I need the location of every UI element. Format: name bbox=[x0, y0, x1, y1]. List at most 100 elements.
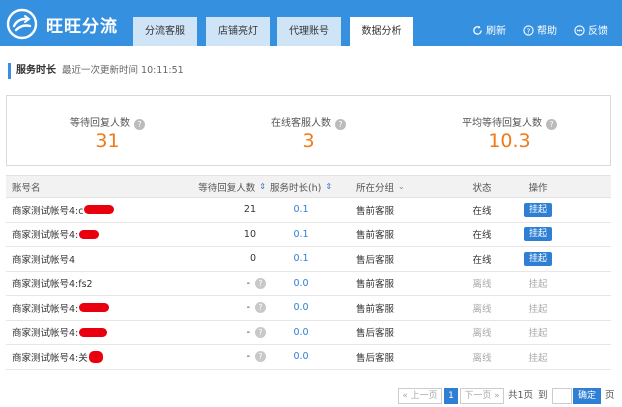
waiting-count: 0 bbox=[249, 253, 256, 265]
status-text: 离线 bbox=[472, 303, 492, 315]
waiting-count: - bbox=[246, 326, 250, 338]
header-action: 操作 bbox=[528, 182, 548, 194]
suspend-button-disabled: 挂起 bbox=[528, 352, 548, 364]
help-icon[interactable]: ? bbox=[255, 302, 266, 314]
tab-diversion-service[interactable]: 分流客服 bbox=[133, 17, 197, 46]
stat-label: 平均等待回复人数 bbox=[462, 118, 542, 129]
tab-agent-account[interactable]: 代理账号 bbox=[277, 17, 341, 46]
table-row: 商家测试帐号4:fs2 -? 0.0 售前客服 离线 挂起 bbox=[6, 272, 611, 296]
table-header: 账号名 等待回复人数 ⇕ 服务时长(h) ⇕ 所在分组 ⌄ 状态 操作 bbox=[6, 175, 611, 198]
last-update-time: 最近一次更新时间 10:11:51 bbox=[62, 65, 184, 76]
table-row: 商家测试帐号4: -? 0.0 售后客服 离线 挂起 bbox=[6, 321, 611, 345]
header-account-name: 账号名 bbox=[12, 182, 41, 194]
service-duration: 0.0 bbox=[293, 326, 309, 338]
header-duration[interactable]: 服务时长(h) ⇕ bbox=[270, 176, 332, 197]
refresh-icon bbox=[473, 25, 482, 35]
stat-waiting-count: 等待回复人数? 31 bbox=[7, 96, 208, 167]
goto-label: 到 bbox=[538, 390, 548, 401]
service-duration: 0.1 bbox=[293, 253, 309, 265]
group-name: 售后客服 bbox=[356, 254, 395, 266]
service-duration: 0.0 bbox=[293, 302, 309, 314]
brand-title: 旺旺分流 bbox=[46, 17, 118, 37]
suspend-button[interactable]: 挂起 bbox=[523, 251, 552, 266]
account-name: 商家测试帐号4:关 bbox=[12, 352, 88, 364]
stat-value: 10.3 bbox=[488, 130, 531, 152]
stats-panel: 等待回复人数? 31 在线客服人数? 3 平均等待回复人数? 10.3 bbox=[6, 95, 611, 166]
sort-icon: ⇕ bbox=[325, 182, 333, 191]
table-row: 商家测试帐号4:c 21 0.1 售前客服 在线 挂起 bbox=[6, 198, 611, 223]
help-button[interactable]: ? 帮助 bbox=[523, 25, 557, 39]
suspend-button-disabled: 挂起 bbox=[528, 303, 548, 315]
suspend-button-disabled: 挂起 bbox=[528, 328, 548, 340]
feedback-label: 反馈 bbox=[588, 26, 608, 37]
help-icon[interactable]: ? bbox=[134, 119, 145, 130]
group-name: 售前客服 bbox=[356, 230, 395, 242]
help-icon[interactable]: ? bbox=[335, 119, 346, 130]
service-duration: 0.0 bbox=[293, 351, 309, 363]
service-duration: 0.1 bbox=[293, 204, 309, 216]
account-name: 商家测试帐号4: bbox=[12, 303, 79, 315]
help-icon[interactable]: ? bbox=[255, 277, 266, 289]
waiting-count: 21 bbox=[243, 204, 256, 216]
waiting-count: - bbox=[246, 302, 250, 314]
header-status: 状态 bbox=[472, 182, 492, 194]
status-text: 离线 bbox=[472, 328, 492, 340]
section-title: 服务时长 最近一次更新时间 10:11:51 bbox=[8, 63, 184, 79]
redaction-mark bbox=[79, 303, 110, 313]
accounts-table: 账号名 等待回复人数 ⇕ 服务时长(h) ⇕ 所在分组 ⌄ 状态 操作 商家测试帐号4… bbox=[6, 175, 611, 370]
redaction-mark bbox=[79, 327, 108, 337]
service-duration: 0.1 bbox=[293, 228, 309, 240]
feedback-button[interactable]: 反馈 bbox=[574, 25, 608, 39]
status-text: 离线 bbox=[472, 279, 492, 291]
status-text: 离线 bbox=[472, 352, 492, 364]
group-name: 售后客服 bbox=[356, 352, 395, 364]
header-waiting[interactable]: 等待回复人数 ⇕ bbox=[186, 176, 266, 197]
next-page-button[interactable]: 下一页 » bbox=[460, 388, 504, 404]
suspend-button[interactable]: 挂起 bbox=[523, 202, 552, 217]
goto-page-input[interactable] bbox=[552, 388, 572, 404]
stat-value: 31 bbox=[95, 130, 120, 152]
header-group[interactable]: 所在分组 ⌄ bbox=[356, 176, 405, 197]
tab-data-analysis[interactable]: 数据分析 bbox=[350, 17, 413, 46]
table-row: 商家测试帐号4 0 0.1 售后客服 在线 挂起 bbox=[6, 247, 611, 272]
page-unit-label: 页 bbox=[605, 390, 615, 401]
status-text: 在线 bbox=[472, 230, 492, 242]
refresh-button[interactable]: 刷新 bbox=[472, 25, 506, 39]
prev-page-button[interactable]: « 上一页 bbox=[398, 388, 442, 404]
stat-label: 在线客服人数 bbox=[271, 118, 331, 129]
sort-icon: ⇕ bbox=[259, 182, 266, 191]
header-waiting-label: 等待回复人数 bbox=[198, 182, 256, 194]
account-name: 商家测试帐号4:fs2 bbox=[12, 279, 93, 291]
group-name: 售前客服 bbox=[356, 205, 395, 217]
refresh-label: 刷新 bbox=[486, 26, 506, 37]
status-text: 在线 bbox=[472, 254, 492, 266]
header-group-label: 所在分组 bbox=[356, 182, 395, 194]
table-row: 商家测试帐号4:关 -? 0.0 售后客服 离线 挂起 bbox=[6, 345, 611, 370]
current-page[interactable]: 1 bbox=[444, 388, 458, 404]
help-label: 帮助 bbox=[537, 26, 557, 37]
group-name: 售前客服 bbox=[356, 303, 395, 315]
suspend-button[interactable]: 挂起 bbox=[523, 227, 552, 242]
feedback-icon bbox=[574, 25, 585, 36]
waiting-count: 10 bbox=[243, 228, 256, 240]
waiting-count: - bbox=[246, 351, 250, 363]
help-icon[interactable]: ? bbox=[255, 351, 266, 363]
logo-icon bbox=[6, 8, 38, 40]
group-name: 售后客服 bbox=[356, 328, 395, 340]
confirm-button[interactable]: 确定 bbox=[573, 388, 601, 404]
stat-value: 3 bbox=[302, 130, 315, 152]
account-name: 商家测试帐号4 bbox=[12, 254, 76, 266]
account-name: 商家测试帐号4: bbox=[12, 230, 79, 242]
help-icon[interactable]: ? bbox=[255, 326, 266, 338]
group-name: 售前客服 bbox=[356, 279, 395, 291]
account-name: 商家测试帐号4: bbox=[12, 328, 79, 340]
suspend-button-disabled: 挂起 bbox=[528, 279, 548, 291]
stat-average-waiting: 平均等待回复人数? 10.3 bbox=[409, 96, 610, 167]
table-row: 商家测试帐号4: 10 0.1 售前客服 在线 挂起 bbox=[6, 223, 611, 247]
stat-label: 等待回复人数 bbox=[70, 118, 130, 129]
account-name: 商家测试帐号4:c bbox=[12, 205, 84, 217]
stat-online-agents: 在线客服人数? 3 bbox=[208, 96, 409, 167]
redaction-mark bbox=[88, 350, 103, 363]
help-icon[interactable]: ? bbox=[546, 119, 557, 130]
tab-store-light[interactable]: 店铺亮灯 bbox=[206, 17, 270, 46]
